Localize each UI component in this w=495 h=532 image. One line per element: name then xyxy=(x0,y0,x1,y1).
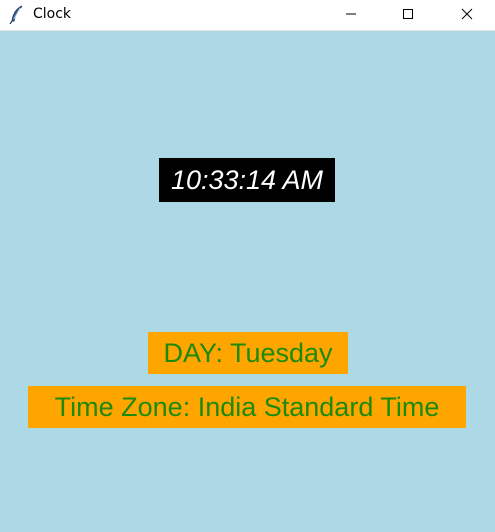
clock-panel: 10:33:14 AM DAY: Tuesday Time Zone: Indi… xyxy=(0,31,495,532)
time-display: 10:33:14 AM xyxy=(159,158,335,202)
minimize-icon xyxy=(345,7,357,25)
timezone-label: Time Zone: India Standard Time xyxy=(28,386,466,428)
maximize-button[interactable] xyxy=(385,0,431,31)
minimize-button[interactable] xyxy=(328,0,374,31)
title-bar[interactable]: Clock xyxy=(0,0,495,31)
day-label: DAY: Tuesday xyxy=(148,332,348,374)
maximize-icon xyxy=(402,7,414,25)
clock-window: Clock 10:33:14 AM DAY: Tuesday Time Zone… xyxy=(0,0,495,532)
feather-icon xyxy=(9,5,25,25)
close-icon xyxy=(461,7,473,25)
window-title: Clock xyxy=(33,6,72,22)
close-button[interactable] xyxy=(444,0,490,31)
